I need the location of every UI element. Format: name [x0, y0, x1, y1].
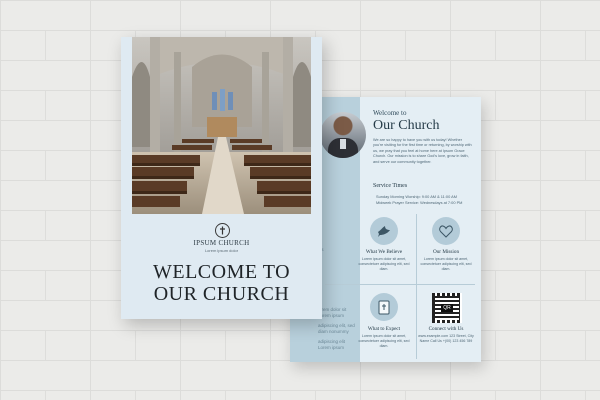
- dove-icon: [370, 217, 398, 245]
- card-text-connect: www.example.com 123 Street, City Name Ca…: [418, 334, 474, 343]
- service-time-item: Midweek Prayer Service: Wednesdays at 7:…: [376, 200, 463, 205]
- card-text-expect: Lorem ipsum dolor sit amet, consectetuer…: [358, 334, 410, 348]
- strip-text: Lorem ipsum: [318, 345, 345, 350]
- card-text-mission: Lorem ipsum dolor sit amet, consectetuer…: [420, 257, 472, 271]
- card-title-believe: What We Believe: [365, 249, 403, 255]
- cross-emblem-icon: [215, 223, 230, 238]
- front-headline: WELCOME TO OUR CHURCH: [121, 261, 322, 305]
- grid-divider-horizontal: [325, 284, 475, 285]
- card-title-mission: Our Mission: [432, 249, 460, 255]
- front-flyer: IPSUM CHURCH Lorem ipsum dolor WELCOME T…: [121, 37, 322, 319]
- bible-icon: [370, 293, 398, 321]
- church-interior-photo: [132, 37, 311, 214]
- welcome-subtitle: Welcome to: [373, 109, 407, 117]
- service-time-item: Sunday Morning Worship: 9:00 AM & 11:00 …: [376, 194, 457, 199]
- strip-text: diam nonummy: [318, 329, 349, 334]
- strip-text: Us: [318, 247, 358, 253]
- heart-icon: [432, 217, 460, 245]
- service-times-heading: Service Times: [373, 183, 408, 189]
- intro-paragraph: We are so happy to have you with us toda…: [373, 138, 472, 164]
- card-title-connect: Connect with Us: [428, 326, 464, 332]
- church-name: IPSUM CHURCH: [193, 239, 250, 247]
- strip-text: Lorem ipsum: [318, 313, 345, 318]
- church-tagline: Lorem ipsum dolor: [204, 248, 239, 253]
- headline-line-2: OUR CHURCH: [153, 283, 290, 305]
- headline-line-1: WELCOME TO: [152, 261, 291, 283]
- card-title-expect: What to Expect: [367, 326, 401, 332]
- qr-badge: QR: [441, 304, 453, 312]
- pastor-photo: [320, 112, 366, 158]
- card-text-believe: Lorem ipsum dolor sit amet, consectetuer…: [358, 257, 410, 271]
- welcome-title: Our Church: [373, 118, 440, 133]
- qr-code-icon[interactable]: QR: [432, 293, 462, 323]
- pastor-shirt: [340, 139, 346, 149]
